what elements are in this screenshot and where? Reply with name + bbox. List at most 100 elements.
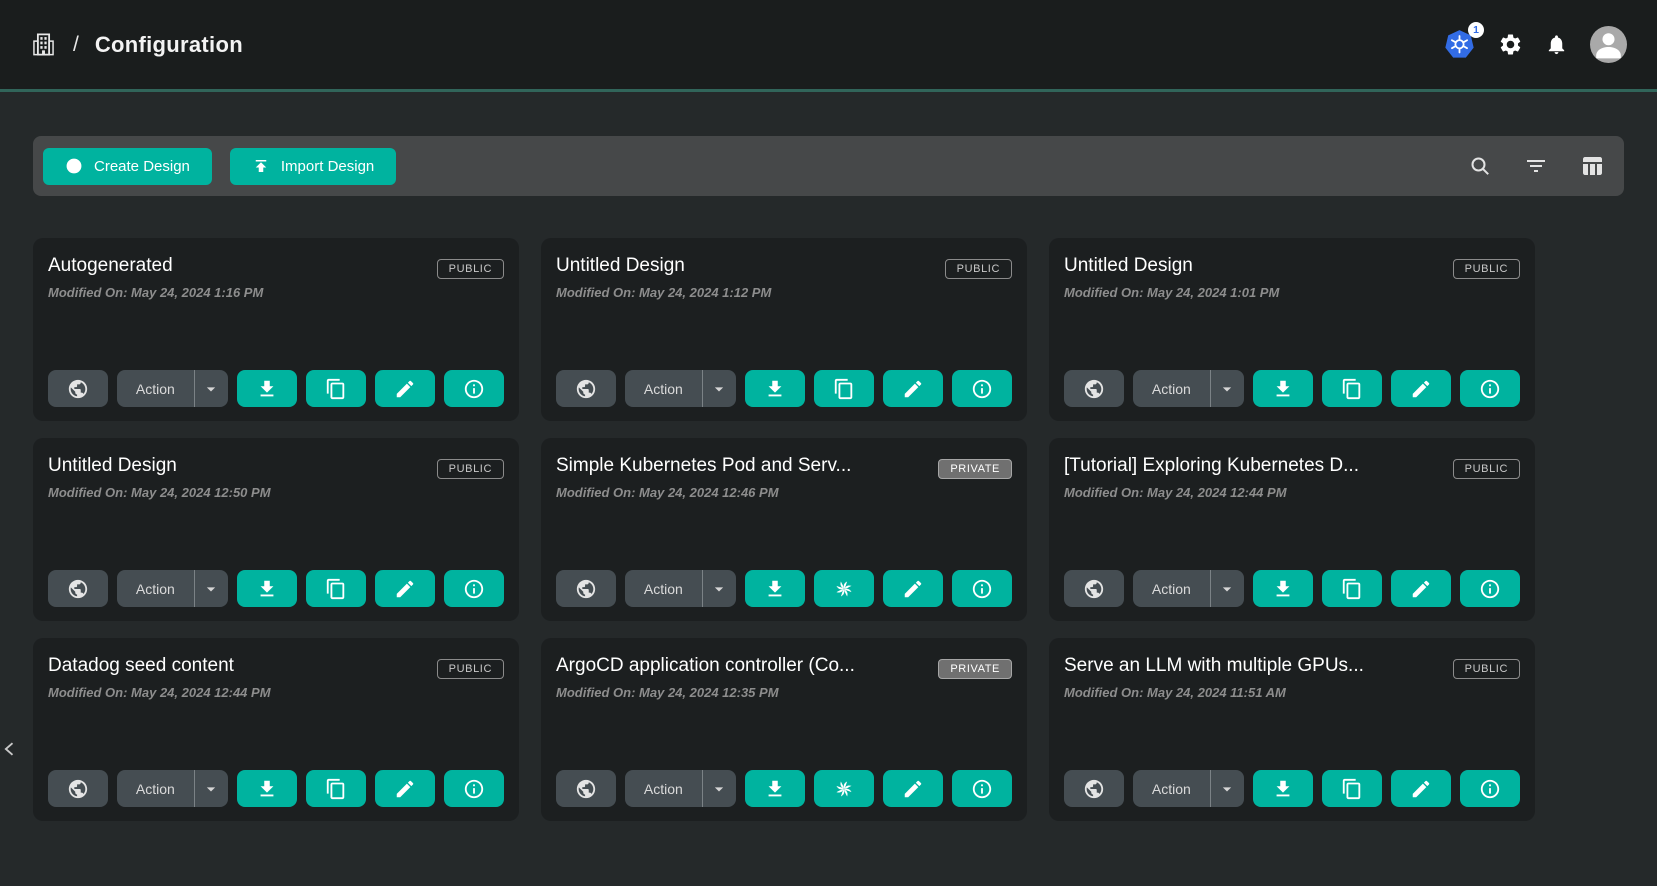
create-design-button[interactable]: Create Design [43,148,212,185]
clone-button[interactable] [814,570,874,607]
visibility-globe-button[interactable] [556,570,616,607]
action-button-label[interactable]: Action [1133,570,1210,607]
download-button[interactable] [745,770,805,807]
clone-button[interactable] [1322,570,1382,607]
download-button[interactable] [745,570,805,607]
edit-button[interactable] [883,570,943,607]
card-action-bar: Action [556,770,1012,807]
edit-button[interactable] [883,370,943,407]
card-info: Untitled Design Modified On: May 24, 202… [48,455,271,500]
visibility-globe-button[interactable] [48,570,108,607]
action-split-button[interactable]: Action [625,370,736,407]
edit-button[interactable] [375,770,435,807]
visibility-globe-button[interactable] [48,770,108,807]
action-dropdown-caret[interactable] [195,770,228,807]
action-button-label[interactable]: Action [117,770,194,807]
action-dropdown-caret[interactable] [703,370,736,407]
action-split-button[interactable]: Action [117,770,228,807]
info-button[interactable] [1460,570,1520,607]
visibility-globe-button[interactable] [1064,570,1124,607]
action-button-label[interactable]: Action [625,370,702,407]
info-button[interactable] [1460,770,1520,807]
action-button-label[interactable]: Action [1133,370,1210,407]
download-icon [1272,778,1294,800]
design-card: Autogenerated Modified On: May 24, 2024 … [33,238,519,421]
copy-icon [325,578,347,600]
settings-gear-icon[interactable] [1498,32,1523,57]
action-button-label[interactable]: Action [117,570,194,607]
download-button[interactable] [1253,570,1313,607]
info-button[interactable] [952,570,1012,607]
designs-toolbar: Create Design Import Design [33,136,1624,196]
action-dropdown-caret[interactable] [1211,570,1244,607]
edit-button[interactable] [883,770,943,807]
action-button-label[interactable]: Action [625,570,702,607]
edit-button[interactable] [1391,570,1451,607]
search-icon[interactable] [1468,154,1492,178]
download-icon [1272,578,1294,600]
clone-button[interactable] [306,570,366,607]
download-button[interactable] [745,370,805,407]
edit-pencil-icon [902,378,924,400]
edit-button[interactable] [1391,770,1451,807]
notifications-bell-icon[interactable] [1545,33,1568,56]
download-button[interactable] [237,370,297,407]
card-info: Untitled Design Modified On: May 24, 202… [556,255,771,300]
visibility-badge: PUBLIC [1453,259,1520,279]
action-split-button[interactable]: Action [117,570,228,607]
user-avatar[interactable] [1590,26,1627,63]
clone-button[interactable] [306,370,366,407]
table-view-icon[interactable] [1580,154,1604,178]
info-icon [1479,378,1501,400]
info-button[interactable] [952,370,1012,407]
caret-down-icon [201,579,221,599]
download-button[interactable] [1253,370,1313,407]
app-header: / Configuration 1 [0,0,1657,92]
card-action-bar: Action [48,570,504,607]
visibility-globe-button[interactable] [556,770,616,807]
action-button-label[interactable]: Action [1133,770,1210,807]
action-dropdown-caret[interactable] [1211,370,1244,407]
visibility-globe-button[interactable] [556,370,616,407]
action-split-button[interactable]: Action [117,370,228,407]
clone-button[interactable] [1322,770,1382,807]
info-button[interactable] [444,770,504,807]
clone-button[interactable] [814,370,874,407]
organization-building-icon[interactable] [30,31,57,58]
action-split-button[interactable]: Action [1133,570,1244,607]
download-button[interactable] [1253,770,1313,807]
drawer-collapse-chevron[interactable] [0,732,22,766]
clone-button[interactable] [306,770,366,807]
filter-icon[interactable] [1524,154,1548,178]
action-split-button[interactable]: Action [625,770,736,807]
design-modified-date: Modified On: May 24, 2024 1:16 PM [48,285,263,300]
clone-button[interactable] [1322,370,1382,407]
action-button-label[interactable]: Action [625,770,702,807]
info-button[interactable] [444,370,504,407]
visibility-globe-button[interactable] [1064,770,1124,807]
info-button[interactable] [952,770,1012,807]
edit-pencil-icon [1410,778,1432,800]
action-dropdown-caret[interactable] [703,570,736,607]
action-split-button[interactable]: Action [1133,770,1244,807]
clone-button[interactable] [814,770,874,807]
edit-button[interactable] [375,570,435,607]
import-design-button[interactable]: Import Design [230,148,396,185]
edit-button[interactable] [375,370,435,407]
action-button-label[interactable]: Action [117,370,194,407]
visibility-globe-button[interactable] [1064,370,1124,407]
action-dropdown-caret[interactable] [195,370,228,407]
action-dropdown-caret[interactable] [703,770,736,807]
info-button[interactable] [444,570,504,607]
action-split-button[interactable]: Action [1133,370,1244,407]
download-button[interactable] [237,570,297,607]
download-button[interactable] [237,770,297,807]
info-button[interactable] [1460,370,1520,407]
kubernetes-context-button[interactable]: 1 [1443,28,1476,61]
card-header: Untitled Design Modified On: May 24, 202… [556,255,1012,300]
action-split-button[interactable]: Action [625,570,736,607]
visibility-globe-button[interactable] [48,370,108,407]
action-dropdown-caret[interactable] [1211,770,1244,807]
edit-button[interactable] [1391,370,1451,407]
action-dropdown-caret[interactable] [195,570,228,607]
